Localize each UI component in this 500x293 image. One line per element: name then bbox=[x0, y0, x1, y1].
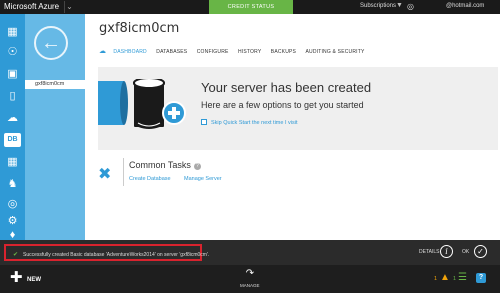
settings-icon[interactable]: ⚙ bbox=[5, 214, 20, 228]
filter-icon[interactable]: ▼ bbox=[396, 2, 403, 9]
hdinsight-icon[interactable]: ♞ bbox=[5, 177, 20, 191]
tab-bar: ☁ DASHBOARD DATABASES CONFIGURE HISTORY … bbox=[99, 47, 373, 55]
main-content: gxf8icm0cm ☁ DASHBOARD DATABASES CONFIGU… bbox=[85, 14, 500, 240]
banner-heading: Your server has been created bbox=[201, 80, 372, 95]
ok-label[interactable]: OK bbox=[462, 249, 469, 255]
banner-subheading: Here are a few options to get you starte… bbox=[201, 100, 364, 110]
manage-icon[interactable]: ↷ bbox=[242, 268, 258, 279]
monitor-icon[interactable]: ▣ bbox=[5, 67, 20, 81]
credit-status-button[interactable]: CREDIT STATUS bbox=[209, 0, 293, 14]
manage-server-link[interactable]: Manage Server bbox=[184, 176, 222, 182]
notification-message: Successfully created Basic database 'Adv… bbox=[23, 252, 210, 258]
warning-count[interactable]: 1 bbox=[434, 276, 437, 282]
account-email[interactable]: @hotmail.com bbox=[446, 3, 484, 9]
help-icon[interactable]: ? bbox=[476, 273, 486, 283]
sql-database-icon[interactable]: DB bbox=[4, 133, 21, 147]
media-icon[interactable]: ◎ bbox=[5, 197, 20, 211]
globe-icon[interactable]: ◎ bbox=[407, 2, 414, 11]
command-bar: ✚ NEW ↷ MANAGE 1 ▲ 1 ☰ ? bbox=[0, 265, 500, 293]
top-bar: Microsoft Azure ⌄ CREDIT STATUS Subscrip… bbox=[0, 0, 500, 14]
tools-icon: ✖ bbox=[98, 166, 112, 183]
tab-backups[interactable]: BACKUPS bbox=[271, 49, 296, 55]
details-info-icon[interactable]: i bbox=[440, 245, 453, 258]
chevron-down-icon[interactable]: ⌄ bbox=[64, 1, 74, 13]
table-icon[interactable]: ▦ bbox=[5, 155, 20, 169]
subscriptions-label[interactable]: Subscriptions bbox=[360, 3, 396, 9]
resource-nav: ← gxf8icm0cm bbox=[25, 14, 85, 240]
highlight-box: ✔ Successfully created Basic database 'A… bbox=[4, 244, 209, 261]
tab-history[interactable]: HISTORY bbox=[238, 49, 261, 55]
ok-check-icon[interactable]: ✓ bbox=[474, 245, 487, 258]
cloud-services-icon[interactable]: ☁ bbox=[5, 111, 20, 125]
warning-icon[interactable]: ▲ bbox=[440, 272, 450, 283]
grid-icon[interactable]: ▦ bbox=[5, 25, 20, 39]
page-title: gxf8icm0cm bbox=[99, 21, 180, 36]
checkbox-box[interactable] bbox=[201, 119, 207, 125]
globe-icon[interactable]: ☉ bbox=[5, 45, 20, 59]
mobile-icon[interactable]: ▯ bbox=[5, 89, 20, 103]
create-database-link[interactable]: Create Database bbox=[129, 176, 171, 182]
nav-item-server[interactable]: gxf8icm0cm bbox=[25, 80, 85, 89]
new-button[interactable]: NEW bbox=[27, 277, 41, 283]
back-arrow-icon[interactable]: ← bbox=[34, 26, 68, 60]
details-label[interactable]: DETAILS bbox=[419, 249, 439, 255]
quickstart-cloud-icon[interactable]: ☁ bbox=[99, 48, 106, 55]
common-tasks-label: Common Tasks bbox=[129, 160, 191, 170]
quickstart-banner: Your server has been created Here are a … bbox=[98, 67, 498, 150]
service-sidebar: ▦ ☉ ▣ ▯ ☁ DB ▦ ♞ ◎ ⚙ ♦ bbox=[0, 14, 25, 241]
common-tasks-title: Common Tasks? bbox=[129, 160, 201, 170]
operations-list-icon[interactable]: ☰ bbox=[458, 272, 467, 283]
help-icon[interactable]: ? bbox=[193, 163, 201, 170]
skip-quickstart-label[interactable]: Skip Quick Start the next time I visit bbox=[211, 120, 298, 126]
tab-configure[interactable]: CONFIGURE bbox=[197, 49, 229, 55]
notification-bar: ✔ Successfully created Basic database 'A… bbox=[0, 240, 500, 265]
tab-auditing-security[interactable]: AUDITING & SECURITY bbox=[305, 49, 364, 55]
brand-label[interactable]: Microsoft Azure bbox=[4, 2, 59, 11]
tab-dashboard[interactable]: DASHBOARD bbox=[113, 49, 146, 55]
tab-databases[interactable]: DATABASES bbox=[156, 49, 187, 55]
success-check-icon: ✔ bbox=[13, 252, 19, 258]
plus-icon[interactable]: ✚ bbox=[10, 270, 23, 285]
database-add-icon bbox=[98, 79, 186, 129]
skip-quickstart-checkbox[interactable]: Skip Quick Start the next time I visit bbox=[201, 119, 298, 126]
manage-button[interactable]: MANAGE bbox=[240, 283, 260, 288]
operations-count[interactable]: 1 bbox=[453, 276, 456, 282]
divider bbox=[123, 158, 124, 186]
